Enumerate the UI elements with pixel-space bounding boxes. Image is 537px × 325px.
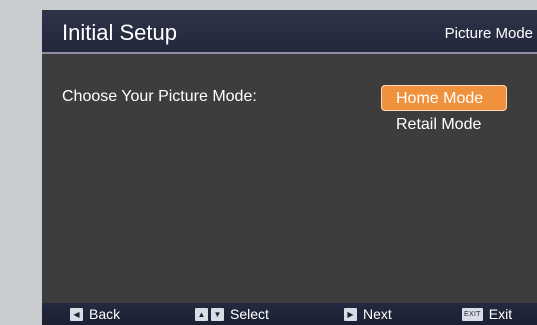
hint-back-label: Back bbox=[89, 306, 121, 322]
page-title: Initial Setup bbox=[62, 20, 177, 45]
hint-select[interactable]: ▲ ▼ Select bbox=[195, 306, 269, 322]
right-arrow-icon: ▶ bbox=[344, 307, 357, 321]
header-bar: Initial Setup Picture Mode bbox=[42, 10, 537, 54]
setup-screen: Initial Setup Picture Mode Choose Your P… bbox=[42, 10, 537, 325]
option-home-mode[interactable]: Home Mode bbox=[381, 85, 507, 111]
left-arrow-icon: ◀ bbox=[70, 307, 83, 321]
up-arrow-icon: ▲ bbox=[195, 307, 208, 321]
hint-select-label: Select bbox=[230, 306, 269, 322]
hint-back[interactable]: ◀ Back bbox=[70, 306, 120, 322]
hint-next-label: Next bbox=[363, 306, 392, 322]
option-retail-mode[interactable]: Retail Mode bbox=[381, 111, 507, 137]
picture-mode-prompt: Choose Your Picture Mode: bbox=[62, 88, 257, 105]
hint-next[interactable]: ▶ Next bbox=[344, 306, 392, 322]
hint-exit-label: Exit bbox=[488, 306, 513, 322]
exit-key-icon: EXIT bbox=[462, 307, 483, 321]
hint-exit[interactable]: EXIT Exit bbox=[462, 306, 512, 322]
footer-hint-bar: ◀ Back ▲ ▼ Select ▶ Next EXIT Exit bbox=[42, 303, 537, 325]
down-arrow-icon: ▼ bbox=[211, 307, 224, 321]
section-title: Picture Mode bbox=[444, 25, 533, 42]
picture-mode-options: Home Mode Retail Mode bbox=[381, 85, 507, 137]
